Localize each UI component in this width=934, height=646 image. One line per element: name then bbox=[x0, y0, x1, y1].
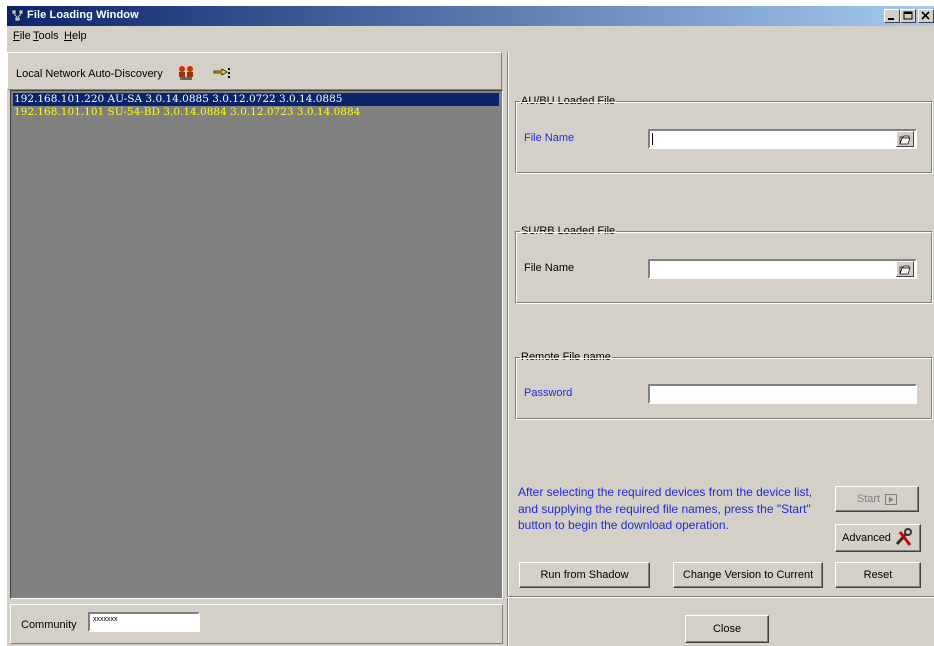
au-file-name-input[interactable] bbox=[648, 129, 917, 149]
advanced-button-label: Advanced bbox=[842, 532, 891, 544]
au-browse-button[interactable] bbox=[896, 131, 914, 147]
su-browse-button[interactable] bbox=[896, 261, 914, 277]
device-list[interactable]: 192.168.101.220 AU-SA 3.0.14.0885 3.0.12… bbox=[10, 90, 503, 599]
start-button[interactable]: Start bbox=[835, 486, 919, 512]
close-icon bbox=[921, 11, 930, 20]
panel-divider bbox=[507, 52, 509, 646]
menu-file[interactable]: File bbox=[13, 30, 31, 42]
menu-help[interactable]: Help bbox=[64, 30, 87, 42]
au-bu-legend: AU/BU Loaded File bbox=[520, 95, 617, 107]
advanced-button[interactable]: Advanced bbox=[835, 524, 921, 552]
discovery-label: Local Network Auto-Discovery bbox=[16, 68, 163, 80]
su-file-name-label: File Name bbox=[524, 262, 575, 274]
community-input[interactable]: xxxxxxx bbox=[88, 612, 200, 632]
au-bu-group: AU/BU Loaded File File Name bbox=[515, 95, 933, 174]
close-window-button[interactable] bbox=[918, 9, 934, 23]
run-from-shadow-button[interactable]: Run from Shadow bbox=[519, 562, 650, 588]
su-rb-legend: SU/RB Loaded File bbox=[520, 225, 617, 237]
app-icon bbox=[11, 9, 24, 22]
menu-bar: File Tools Help bbox=[7, 26, 934, 46]
au-file-name-label: File Name bbox=[524, 132, 575, 144]
start-button-label: Start bbox=[856, 493, 881, 505]
network-discovery-icon[interactable] bbox=[177, 64, 195, 82]
discovery-header: Local Network Auto-Discovery bbox=[7, 52, 502, 90]
menu-tools[interactable]: Tools bbox=[33, 30, 59, 42]
minimize-icon bbox=[888, 18, 894, 20]
remote-file-group: Remote File name Password bbox=[515, 351, 933, 420]
pointing-hand-icon[interactable] bbox=[213, 66, 231, 80]
remote-file-legend: Remote File name bbox=[520, 351, 612, 363]
su-file-name-input[interactable] bbox=[648, 259, 917, 279]
maximize-button[interactable] bbox=[900, 9, 916, 23]
su-rb-group: SU/RB Loaded File File Name bbox=[515, 225, 933, 304]
open-folder-icon bbox=[899, 265, 911, 274]
minimize-button[interactable] bbox=[884, 9, 900, 23]
bottom-divider bbox=[507, 596, 934, 598]
close-button[interactable]: Close bbox=[685, 615, 769, 643]
tools-icon bbox=[895, 528, 912, 547]
community-box: Community xxxxxxx bbox=[10, 604, 503, 644]
window-title: File Loading Window bbox=[27, 9, 139, 21]
text-caret bbox=[652, 133, 653, 145]
title-bar[interactable]: File Loading Window bbox=[7, 6, 934, 26]
device-row[interactable]: 192.168.101.101 SU-54-BD 3.0.14.0884 3.0… bbox=[13, 106, 360, 119]
file-loading-window: File Loading Window File Tools Help Loca… bbox=[7, 6, 934, 646]
reset-button[interactable]: Reset bbox=[835, 562, 921, 588]
password-input[interactable] bbox=[648, 384, 917, 404]
password-label: Password bbox=[524, 387, 573, 399]
device-row[interactable]: 192.168.101.220 AU-SA 3.0.14.0885 3.0.12… bbox=[13, 93, 499, 106]
open-folder-icon bbox=[899, 135, 911, 144]
community-label: Community bbox=[21, 619, 77, 631]
play-icon bbox=[885, 493, 898, 505]
change-version-button[interactable]: Change Version to Current bbox=[673, 562, 823, 588]
maximize-icon bbox=[903, 11, 913, 20]
instructions-text: After selecting the required devices fro… bbox=[518, 485, 813, 532]
